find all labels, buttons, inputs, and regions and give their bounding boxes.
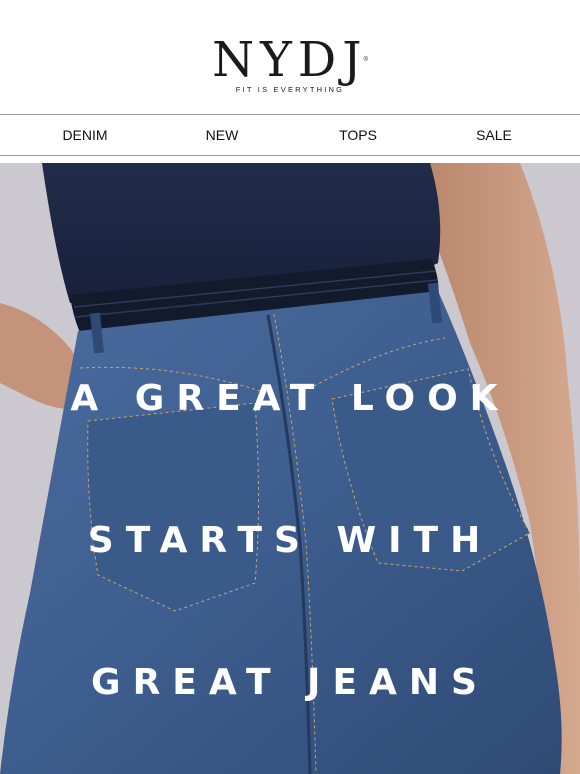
registered-mark: ® [363,57,368,63]
main-nav: DENIM NEW TOPS SALE [0,114,580,156]
nav-item-denim[interactable]: DENIM [35,127,135,143]
logo-text: NYDJ [212,32,368,88]
brand-logo[interactable]: NYDJ® [0,34,580,86]
left-pocket [87,402,259,612]
hero-banner[interactable]: A GREAT LOOK STARTS WITH GREAT JEANS [0,163,580,774]
nav-item-tops[interactable]: TOPS [308,127,408,143]
hero-headline-line-1: A GREAT LOOK [70,378,510,419]
nav-item-sale[interactable]: SALE [444,127,544,143]
hero-headline-line-2: STARTS WITH [87,520,493,561]
nav-item-new[interactable]: NEW [172,127,272,143]
brand-tagline: FIT IS EVERYTHING [235,85,345,94]
hero-headline-line-3: GREAT JEANS [91,662,489,703]
header: NYDJ® FIT IS EVERYTHING [0,0,580,114]
email-page: NYDJ® FIT IS EVERYTHING DENIM NEW TOPS S… [0,0,580,774]
